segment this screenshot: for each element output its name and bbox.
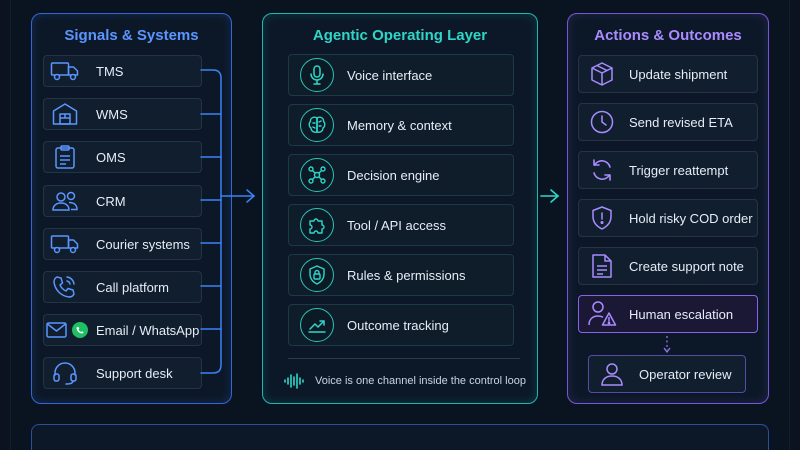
agentic-outcome-tracking: Outcome tracking xyxy=(288,304,514,346)
action-label: Trigger reattempt xyxy=(629,162,729,178)
trend-chart-icon xyxy=(300,308,334,342)
agentic-label: Memory & context xyxy=(347,117,452,133)
network-icon xyxy=(300,158,334,192)
action-send-revised-eta: Send revised ETA xyxy=(578,103,758,141)
headset-icon xyxy=(44,357,86,389)
agentic-rules-permissions: Rules & permissions xyxy=(288,254,514,296)
agentic-label: Rules & permissions xyxy=(347,267,466,283)
action-label: Send revised ETA xyxy=(629,114,733,130)
warehouse-icon xyxy=(44,98,86,130)
signal-email-whatsapp: Email / WhatsApp xyxy=(43,314,202,346)
signal-label: CRM xyxy=(96,193,126,209)
signals-panel: Signals & Systems TMS WMS OMS CRM Courie… xyxy=(31,13,232,404)
agentic-divider xyxy=(288,358,520,359)
bottom-loop-strip xyxy=(31,424,769,450)
microphone-icon xyxy=(300,58,334,92)
agentic-label: Outcome tracking xyxy=(347,317,449,333)
brain-icon xyxy=(300,108,334,142)
phone-icon xyxy=(44,271,86,303)
signal-tms: TMS xyxy=(43,55,202,87)
courier-truck-icon xyxy=(44,228,86,260)
signal-label: Call platform xyxy=(96,279,169,295)
action-label: Create support note xyxy=(629,258,744,274)
users-icon xyxy=(44,185,86,217)
action-human-escalation: Human escalation xyxy=(578,295,758,333)
signal-wms: WMS xyxy=(43,98,202,130)
action-update-shipment: Update shipment xyxy=(578,55,758,93)
agentic-decision-engine: Decision engine xyxy=(288,154,514,196)
signal-courier: Courier systems xyxy=(43,228,202,260)
signal-label: Email / WhatsApp xyxy=(96,322,200,338)
clipboard-icon xyxy=(44,141,86,173)
agentic-panel: Agentic Operating Layer Voice interface … xyxy=(262,13,538,404)
puzzle-icon-wrap xyxy=(289,204,345,246)
trend-chart-icon-wrap xyxy=(289,304,345,346)
signal-call-platform: Call platform xyxy=(43,271,202,303)
user-warning-icon xyxy=(579,295,625,333)
agentic-memory-context: Memory & context xyxy=(288,104,514,146)
agentic-label: Voice interface xyxy=(347,67,433,83)
signal-label: Courier systems xyxy=(96,236,190,252)
agentic-footnote-text: Voice is one channel inside the control … xyxy=(315,375,526,387)
action-label: Hold risky COD order xyxy=(629,210,753,226)
operator-review-label: Operator review xyxy=(639,366,732,382)
user-icon xyxy=(589,355,635,393)
signals-title: Signals & Systems xyxy=(64,27,199,44)
agentic-footnote: Voice is one channel inside the control … xyxy=(283,372,526,390)
agentic-title: Agentic Operating Layer xyxy=(312,27,488,44)
microphone-icon-wrap xyxy=(289,54,345,96)
signal-label: OMS xyxy=(96,149,126,165)
agentic-voice-interface: Voice interface xyxy=(288,54,514,96)
signal-label: WMS xyxy=(96,106,128,122)
agentic-tool-api-access: Tool / API access xyxy=(288,204,514,246)
network-icon-wrap xyxy=(289,154,345,196)
diagram-stage: Signals & Systems TMS WMS OMS CRM Courie… xyxy=(0,0,800,450)
agentic-label: Decision engine xyxy=(347,167,440,183)
action-label: Human escalation xyxy=(629,306,734,322)
brain-icon-wrap xyxy=(289,104,345,146)
package-icon xyxy=(579,55,625,93)
waveform-icon xyxy=(283,372,305,390)
action-label: Update shipment xyxy=(629,66,728,82)
shield-alert-icon xyxy=(579,199,625,237)
shield-lock-icon-wrap xyxy=(289,254,345,296)
signal-label: Support desk xyxy=(96,365,173,381)
document-icon xyxy=(579,247,625,285)
operator-review: Operator review xyxy=(588,355,746,393)
signal-crm: CRM xyxy=(43,185,202,217)
action-create-support-note: Create support note xyxy=(578,247,758,285)
action-hold-risky-cod: Hold risky COD order xyxy=(578,199,758,237)
clock-icon xyxy=(579,103,625,141)
shield-lock-icon xyxy=(300,258,334,292)
actions-title: Actions & Outcomes xyxy=(594,27,742,44)
signal-support-desk: Support desk xyxy=(43,357,202,389)
puzzle-icon xyxy=(300,208,334,242)
email-whatsapp-icon xyxy=(44,314,92,346)
refresh-icon xyxy=(579,151,625,189)
actions-panel: Actions & Outcomes Update shipment Send … xyxy=(567,13,769,404)
truck-icon xyxy=(44,55,86,87)
action-trigger-reattempt: Trigger reattempt xyxy=(578,151,758,189)
signal-oms: OMS xyxy=(43,141,202,173)
agentic-label: Tool / API access xyxy=(347,217,446,233)
signal-label: TMS xyxy=(96,63,124,79)
